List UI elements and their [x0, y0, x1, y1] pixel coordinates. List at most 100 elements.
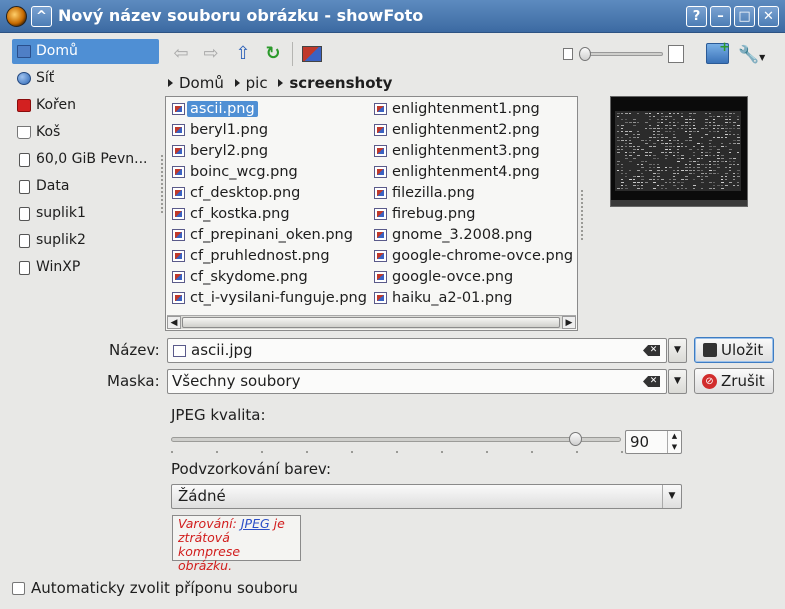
- breadcrumb-item-pic[interactable]: pic: [246, 74, 268, 92]
- breadcrumb-item-screenshoty[interactable]: screenshoty: [289, 74, 392, 92]
- mask-dropdown[interactable]: ▼: [668, 369, 687, 394]
- jpeg-quality-slider[interactable]: [171, 437, 621, 442]
- image-file-icon: [374, 208, 387, 220]
- save-button[interactable]: Uložit: [694, 337, 774, 363]
- file-item[interactable]: enlightenment1.png: [370, 99, 540, 119]
- spin-up-button[interactable]: ▲: [667, 431, 681, 442]
- preview-toggle-button[interactable]: [302, 46, 322, 62]
- cancel-button[interactable]: ⊘ Zrušit: [694, 368, 774, 394]
- breadcrumb-arrow-icon: [168, 79, 173, 87]
- file-item[interactable]: google-chrome-ovce.png: [370, 246, 573, 266]
- preview-splitter-handle[interactable]: [581, 190, 584, 240]
- jpeg-quality-label: JPEG kvalita:: [171, 406, 266, 424]
- up-button[interactable]: ⇧: [231, 42, 255, 66]
- spin-down-button[interactable]: ▼: [667, 442, 681, 453]
- name-input[interactable]: ascii.jpg ✕: [167, 338, 667, 363]
- file-item[interactable]: cf_desktop.png: [168, 183, 300, 203]
- clear-text-icon[interactable]: ✕: [643, 376, 660, 387]
- image-file-icon: [172, 124, 185, 136]
- breadcrumb-item-home[interactable]: Domů: [179, 74, 224, 92]
- file-item[interactable]: beryl2.png: [168, 141, 268, 161]
- image-file-icon: [172, 208, 185, 220]
- preview-thumbnail: [611, 97, 747, 206]
- icon-size-slider-handle[interactable]: [579, 47, 591, 61]
- jpeg-quality-slider-handle[interactable]: [569, 432, 582, 446]
- sidebar-item-root[interactable]: Kořen: [12, 93, 159, 118]
- file-item[interactable]: filezilla.png: [370, 183, 475, 203]
- splitter-handle[interactable]: [161, 155, 164, 213]
- new-folder-button[interactable]: +: [706, 40, 730, 64]
- file-name: cf_skydome.png: [190, 269, 308, 285]
- file-item[interactable]: cf_pruhlednost.png: [168, 246, 330, 266]
- wrench-icon: 🔧: [738, 45, 760, 65]
- clear-text-icon[interactable]: ✕: [643, 345, 660, 356]
- maximize-button[interactable]: □: [734, 6, 755, 27]
- subsampling-label: Podvzorkování barev:: [171, 460, 332, 478]
- file-name: enlightenment1.png: [392, 101, 540, 117]
- auto-extension-checkbox[interactable]: [12, 582, 25, 595]
- file-name: beryl2.png: [190, 143, 269, 159]
- sidebar-item-suplik1[interactable]: suplik1: [12, 201, 159, 226]
- scroll-right-button[interactable]: ▶: [562, 316, 576, 329]
- jpeg-wiki-link[interactable]: JPEG: [241, 516, 270, 531]
- sidebar-item-drive-60gib[interactable]: 60,0 GiB Pevn...: [12, 147, 159, 172]
- name-history-dropdown[interactable]: ▼: [668, 338, 687, 363]
- plus-icon: +: [719, 40, 730, 55]
- file-name: enlightenment2.png: [392, 122, 540, 138]
- title-bar: ^ Nový název souboru obrázku - showFoto …: [0, 0, 785, 33]
- horizontal-scrollbar[interactable]: ◀ ▶: [167, 315, 576, 329]
- slider-tick: [261, 451, 263, 453]
- sidebar-item-suplik2[interactable]: suplik2: [12, 228, 159, 253]
- image-file-icon: [374, 292, 387, 304]
- file-item[interactable]: cf_kostka.png: [168, 204, 290, 224]
- file-name: filezilla.png: [392, 185, 475, 201]
- file-item[interactable]: gnome_3.2008.png: [370, 225, 533, 245]
- sidebar-item-network[interactable]: Síť: [12, 66, 159, 91]
- file-name: firebug.png: [392, 206, 476, 222]
- shade-button[interactable]: ^: [31, 6, 52, 27]
- scroll-left-button[interactable]: ◀: [167, 316, 181, 329]
- image-file-icon: [172, 271, 185, 283]
- forward-button[interactable]: ⇨: [199, 42, 223, 66]
- slider-tick: [576, 451, 578, 453]
- file-item[interactable]: enlightenment3.png: [370, 141, 540, 161]
- image-file-icon: [374, 271, 387, 283]
- reload-button[interactable]: ↻: [261, 42, 285, 66]
- file-item[interactable]: boinc_wcg.png: [168, 162, 298, 182]
- subsampling-select[interactable]: Žádné ▼: [171, 484, 682, 509]
- jpeg-quality-spinbox[interactable]: 90 ▲ ▼: [625, 430, 682, 454]
- settings-menu-button[interactable]: 🔧▼: [738, 44, 770, 66]
- file-item[interactable]: google-ovce.png: [370, 267, 513, 287]
- sidebar-item-trash[interactable]: Koš: [12, 120, 159, 145]
- file-item[interactable]: cf_prepinani_oken.png: [168, 225, 353, 245]
- image-file-icon: [374, 103, 387, 115]
- file-item[interactable]: ascii.png: [168, 99, 258, 119]
- sidebar-item-home[interactable]: Domů: [12, 39, 159, 64]
- file-item[interactable]: ct_i-vysilani-funguje.png: [168, 288, 367, 308]
- file-item[interactable]: enlightenment2.png: [370, 120, 540, 140]
- places-panel: Domů Síť Kořen Koš 60,0 GiB Pevn... Data…: [8, 38, 160, 288]
- scrollbar-thumb[interactable]: [182, 317, 560, 328]
- slider-tick: [351, 451, 353, 453]
- mask-filter-combo[interactable]: Všechny soubory ✕: [167, 369, 667, 394]
- file-list[interactable]: ascii.png beryl1.png beryl2.png boinc_wcg.p…: [165, 96, 578, 331]
- sidebar-item-data[interactable]: Data: [12, 174, 159, 199]
- sidebar-item-winxp[interactable]: WinXP: [12, 255, 159, 280]
- cancel-icon: ⊘: [702, 374, 717, 389]
- minimize-button[interactable]: –: [710, 6, 731, 27]
- icon-size-slider[interactable]: [581, 52, 663, 56]
- file-name: boinc_wcg.png: [190, 164, 298, 180]
- back-button[interactable]: ⇦: [169, 42, 193, 66]
- slider-tick: [531, 451, 533, 453]
- file-item[interactable]: cf_skydome.png: [168, 267, 308, 287]
- help-button[interactable]: ?: [686, 6, 707, 27]
- jpeg-warning-box: Varování: JPEG je ztrátová komprese obrá…: [172, 515, 301, 573]
- file-item[interactable]: enlightenment4.png: [370, 162, 540, 182]
- close-button[interactable]: ✕: [758, 6, 779, 27]
- app-icon[interactable]: [6, 6, 27, 27]
- file-item[interactable]: haiku_a2-01.png: [370, 288, 513, 308]
- file-item[interactable]: firebug.png: [370, 204, 476, 224]
- auto-extension-label[interactable]: Automaticky zvolit příponu souboru: [31, 579, 298, 597]
- file-item[interactable]: beryl1.png: [168, 120, 268, 140]
- chevron-down-icon: ▼: [759, 53, 766, 62]
